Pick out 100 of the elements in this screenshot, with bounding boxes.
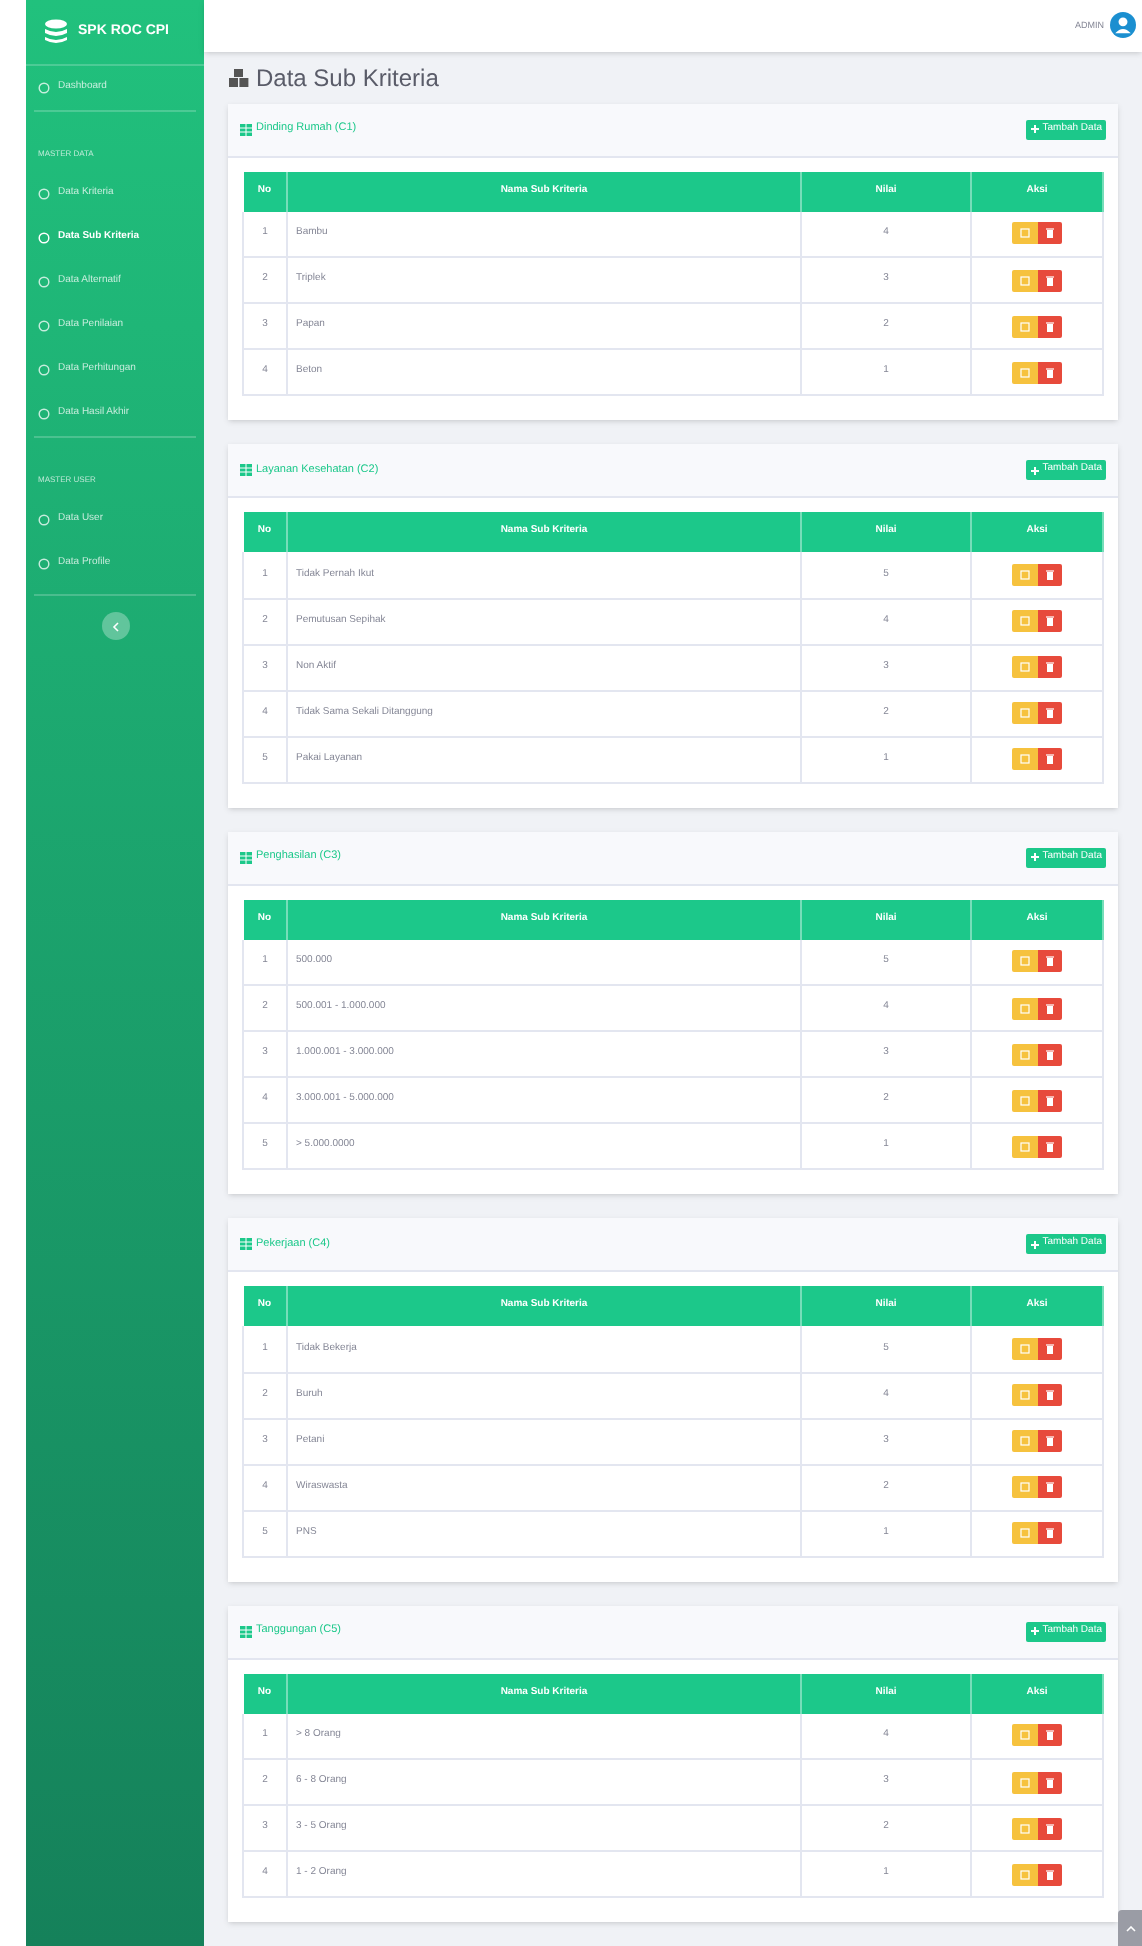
trash-icon — [1046, 1528, 1054, 1538]
trash-icon — [1046, 321, 1054, 331]
table-icon — [240, 851, 252, 863]
delete-button[interactable] — [1038, 1089, 1062, 1111]
trash-icon — [1046, 1095, 1054, 1105]
trash-icon — [1046, 1482, 1054, 1492]
edit-icon — [1020, 1777, 1030, 1787]
database-icon — [42, 18, 70, 46]
edit-button[interactable] — [1012, 269, 1038, 291]
trash-icon — [1046, 662, 1054, 672]
trash-icon — [1046, 228, 1054, 239]
delete-button[interactable] — [1038, 1337, 1062, 1360]
delete-button[interactable] — [1038, 222, 1062, 245]
edit-icon — [1020, 569, 1030, 580]
delete-button[interactable] — [1038, 1384, 1062, 1406]
edit-button[interactable] — [1012, 997, 1038, 1019]
edit-icon — [1020, 1095, 1030, 1105]
delete-button[interactable] — [1038, 1135, 1062, 1157]
edit-icon — [1020, 754, 1030, 764]
delete-button[interactable] — [1038, 361, 1062, 383]
delete-button[interactable] — [1038, 702, 1062, 724]
plus-icon — [1030, 124, 1041, 134]
trash-icon — [1046, 708, 1054, 718]
delete-button[interactable] — [1038, 315, 1062, 337]
edit-button[interactable] — [1012, 1089, 1038, 1111]
trash-icon — [1046, 956, 1054, 967]
edit-button[interactable] — [1012, 1771, 1038, 1793]
edit-icon — [1020, 1482, 1030, 1492]
trash-icon — [1046, 275, 1054, 285]
table-icon — [240, 123, 252, 135]
delete-button[interactable] — [1038, 610, 1062, 632]
edit-button[interactable] — [1012, 563, 1038, 586]
trash-icon — [1046, 1390, 1054, 1400]
cubes-icon — [228, 67, 250, 88]
plus-icon — [1030, 852, 1041, 862]
delete-button[interactable] — [1038, 656, 1062, 678]
delete-button[interactable] — [1038, 1476, 1062, 1498]
delete-button[interactable] — [1038, 1724, 1062, 1747]
chevron-up-icon — [1125, 1925, 1135, 1931]
delete-button[interactable] — [1038, 1430, 1062, 1452]
edit-icon — [1020, 1436, 1030, 1446]
page-title: Data Sub Kriteria — [256, 61, 439, 96]
chevron-left-icon — [111, 621, 119, 631]
trash-icon — [1046, 1823, 1054, 1833]
edit-icon — [1020, 367, 1030, 377]
edit-button[interactable] — [1012, 1135, 1038, 1157]
edit-icon — [1020, 708, 1030, 718]
plus-icon — [1030, 465, 1041, 475]
delete-button[interactable] — [1038, 1817, 1062, 1839]
edit-icon — [1020, 1049, 1030, 1059]
edit-button[interactable] — [1012, 361, 1038, 383]
delete-button[interactable] — [1038, 1863, 1062, 1885]
menu-item-icon — [38, 320, 50, 332]
delete-button[interactable] — [1038, 1043, 1062, 1065]
trash-icon — [1046, 367, 1054, 377]
trash-icon — [1046, 1436, 1054, 1446]
edit-icon — [1020, 956, 1030, 967]
edit-icon — [1020, 662, 1030, 672]
edit-icon — [1020, 1390, 1030, 1400]
trash-icon — [1046, 1777, 1054, 1787]
edit-button[interactable] — [1012, 222, 1038, 245]
trash-icon — [1046, 1869, 1054, 1879]
edit-icon — [1020, 1528, 1030, 1538]
edit-icon — [1020, 321, 1030, 331]
edit-icon — [1020, 1343, 1030, 1354]
menu-item-icon — [38, 558, 50, 570]
delete-button[interactable] — [1038, 1771, 1062, 1793]
user-avatar-icon[interactable] — [1110, 12, 1136, 39]
menu-item-icon — [38, 82, 50, 94]
menu-item-icon — [38, 188, 50, 200]
edit-icon — [1020, 1003, 1030, 1013]
delete-button[interactable] — [1038, 950, 1062, 973]
edit-icon — [1020, 1141, 1030, 1151]
delete-button[interactable] — [1038, 997, 1062, 1019]
table-icon — [240, 1625, 252, 1637]
delete-button[interactable] — [1038, 1522, 1062, 1544]
edit-icon — [1020, 1869, 1030, 1879]
edit-icon — [1020, 1823, 1030, 1833]
edit-button[interactable] — [1012, 1817, 1038, 1839]
edit-button[interactable] — [1012, 1724, 1038, 1747]
menu-item-icon — [38, 364, 50, 376]
trash-icon — [1046, 1343, 1054, 1354]
delete-button[interactable] — [1038, 563, 1062, 586]
trash-icon — [1046, 569, 1054, 580]
plus-icon — [1030, 1239, 1041, 1249]
trash-icon — [1046, 1730, 1054, 1741]
edit-button[interactable] — [1012, 315, 1038, 337]
edit-button[interactable] — [1012, 1043, 1038, 1065]
delete-button[interactable] — [1038, 748, 1062, 770]
table-icon — [240, 464, 252, 476]
trash-icon — [1046, 1141, 1054, 1151]
delete-button[interactable] — [1038, 269, 1062, 291]
edit-button[interactable] — [1012, 950, 1038, 973]
sidebar-toggle-button[interactable] — [101, 612, 129, 640]
edit-icon — [1020, 1730, 1030, 1741]
trash-icon — [1046, 616, 1054, 626]
scroll-to-top-button[interactable] — [1118, 1910, 1142, 1946]
trash-icon — [1046, 1003, 1054, 1013]
edit-button[interactable] — [1012, 1337, 1038, 1360]
edit-button[interactable] — [1012, 1863, 1038, 1885]
